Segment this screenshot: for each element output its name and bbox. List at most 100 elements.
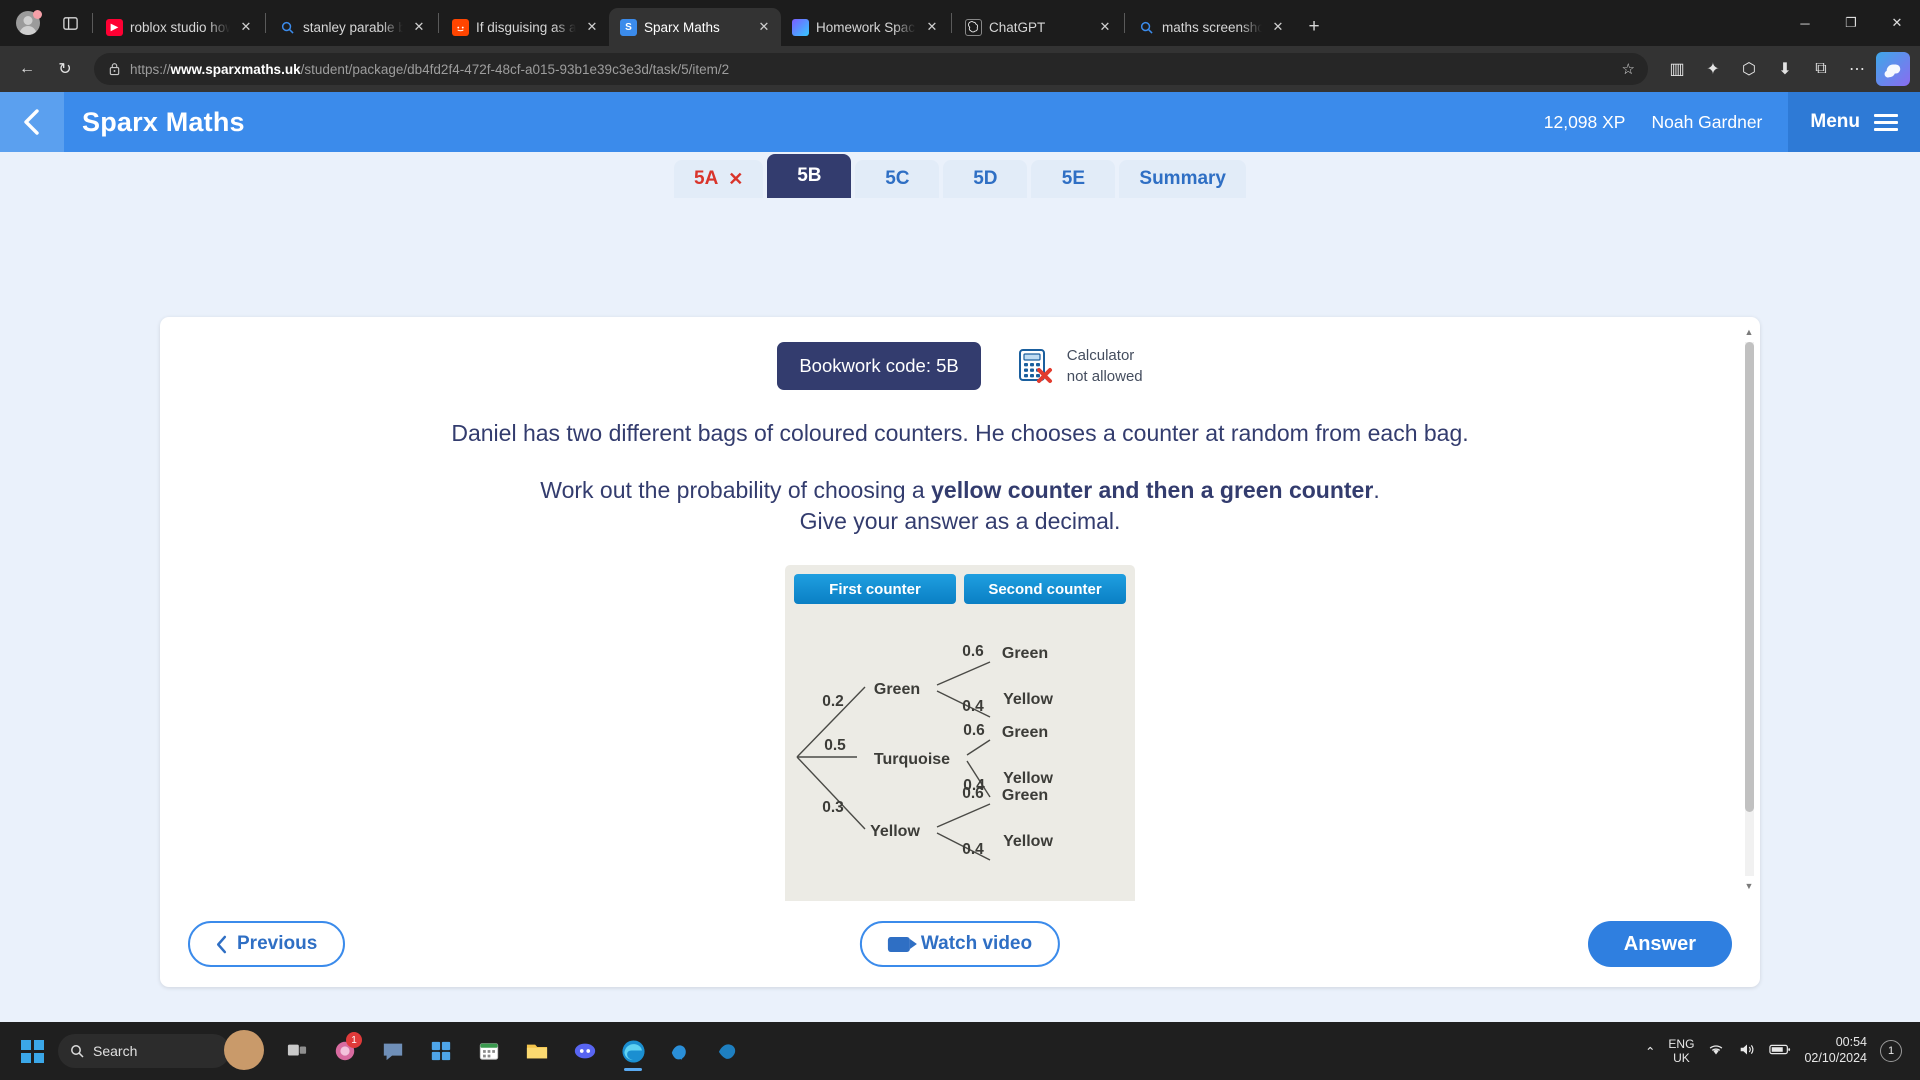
browser-tab-3-active[interactable]: S Sparx Maths ✕: [609, 8, 781, 46]
refresh-button[interactable]: ↻: [48, 52, 82, 86]
tab-5c[interactable]: 5C: [855, 160, 940, 198]
tree-leaf-green-yellow: Yellow: [1003, 691, 1053, 708]
tree-leaf-turq-green: Green: [1002, 724, 1048, 741]
tab-summary[interactable]: Summary: [1119, 160, 1246, 198]
notification-app-icon[interactable]: 1: [324, 1030, 366, 1072]
browser-tab-1[interactable]: stanley parable break ✕: [268, 8, 436, 46]
microsoft-store-icon[interactable]: [420, 1030, 462, 1072]
language-indicator[interactable]: ENG UK: [1668, 1037, 1694, 1066]
tab-divider: [265, 13, 266, 33]
discord-icon[interactable]: [564, 1030, 606, 1072]
task-view-icon[interactable]: [276, 1030, 318, 1072]
previous-label: Previous: [237, 933, 318, 954]
tree-prob-yellow-1: 0.3: [822, 799, 844, 816]
hamburger-icon: [1874, 113, 1898, 131]
answer-button[interactable]: Answer: [1587, 921, 1732, 967]
settings-and-more-icon[interactable]: ⋯: [1840, 52, 1874, 86]
tab-5a-cross-icon: ✕: [728, 168, 744, 189]
browser-tab-0[interactable]: ▶ roblox studio how to ✕: [95, 8, 263, 46]
file-explorer-icon[interactable]: [516, 1030, 558, 1072]
tab-close-icon[interactable]: ✕: [410, 18, 428, 36]
windows-logo-icon: [20, 1039, 44, 1063]
steam-alt-icon[interactable]: [708, 1030, 750, 1072]
profile-avatar[interactable]: [6, 0, 50, 46]
toolbar-right-actions: ▥ ✦ ⬡ ⬇ ⧉ ⋯: [1660, 52, 1910, 86]
tab-5d[interactable]: 5D: [943, 160, 1028, 198]
steam-icon[interactable]: [660, 1030, 702, 1072]
question-line-1: Daniel has two different bags of coloure…: [451, 420, 1469, 446]
new-tab-button[interactable]: +: [1295, 8, 1333, 46]
edge-icon[interactable]: [612, 1030, 654, 1072]
watch-video-button[interactable]: Watch video: [859, 921, 1061, 967]
minimize-button[interactable]: ─: [1782, 0, 1828, 46]
tree-svg: 0.2 0.5 0.3 Green Turquoise Yellow 0.6 0…: [796, 643, 1053, 861]
question-card: ▲ ▼ Bookwork code: 5B Calculator not all…: [160, 317, 1760, 987]
volume-icon[interactable]: [1738, 1042, 1756, 1060]
browser-tab-4[interactable]: Homework Space - St ✕: [781, 8, 949, 46]
windows-start-button[interactable]: [12, 1031, 52, 1071]
address-bar[interactable]: https://www.sparxmaths.uk/student/packag…: [94, 53, 1648, 85]
back-button[interactable]: ←: [10, 52, 44, 86]
address-bar-url: https://www.sparxmaths.uk/student/packag…: [130, 62, 1608, 77]
tab-title: Sparx Maths: [644, 19, 720, 35]
tab-close-icon[interactable]: ✕: [923, 18, 941, 36]
calendar-icon[interactable]: [468, 1030, 510, 1072]
battery-icon[interactable]: [1769, 1043, 1791, 1059]
tab-5b[interactable]: 5B: [767, 154, 852, 198]
maximize-button[interactable]: ❐: [1828, 0, 1874, 46]
question-line-2-suffix: .: [1373, 477, 1380, 503]
browser-essentials-icon[interactable]: ⬡: [1732, 52, 1766, 86]
browser-tab-2[interactable]: If disguising as a frien ✕: [441, 8, 609, 46]
tab-close-icon[interactable]: ✕: [583, 18, 601, 36]
downloads-icon[interactable]: ⬇: [1768, 52, 1802, 86]
tray-overflow-icon[interactable]: ⌃: [1645, 1044, 1655, 1059]
scroll-down-icon[interactable]: ▼: [1745, 879, 1754, 893]
tab-close-icon[interactable]: ✕: [1096, 18, 1114, 36]
notification-center-icon[interactable]: 1: [1880, 1040, 1902, 1062]
scroll-thumb[interactable]: [1744, 342, 1754, 812]
watch-video-label: Watch video: [920, 933, 1033, 954]
copilot-icon[interactable]: [1876, 52, 1910, 86]
split-screen-icon[interactable]: ▥: [1660, 52, 1694, 86]
tree-prob-green-yellow: 0.4: [962, 698, 984, 715]
taskbar-clock[interactable]: 00:54 02/10/2024: [1804, 1035, 1867, 1066]
chat-icon[interactable]: [372, 1030, 414, 1072]
tab-5e[interactable]: 5E: [1031, 160, 1116, 198]
taskbar-search-box[interactable]: Search: [58, 1030, 264, 1070]
favourite-star-icon[interactable]: ☆: [1617, 60, 1640, 78]
wifi-icon[interactable]: [1707, 1042, 1725, 1060]
tab-close-icon[interactable]: ✕: [1269, 18, 1287, 36]
homework-icon: [792, 18, 809, 36]
menu-button[interactable]: Menu: [1788, 92, 1920, 152]
question-line-2-bold: yellow counter and then a green counter: [931, 477, 1374, 503]
tab-close-icon[interactable]: ✕: [755, 18, 773, 36]
reddit-icon: [452, 18, 469, 36]
extensions-icon[interactable]: ⧉: [1804, 52, 1838, 86]
scroll-up-icon[interactable]: ▲: [1745, 325, 1754, 339]
window-controls: ─ ❐ ✕: [1782, 0, 1920, 46]
collections-icon[interactable]: ✦: [1696, 52, 1730, 86]
tree-prob-green-green: 0.6: [962, 643, 984, 660]
browser-tab-6[interactable]: maths screenshot sol ✕: [1127, 8, 1295, 46]
scroll-track[interactable]: [1744, 342, 1754, 876]
tab-close-icon[interactable]: ✕: [237, 18, 255, 36]
tab-search-icon[interactable]: [50, 0, 90, 46]
window-close-button[interactable]: ✕: [1874, 0, 1920, 46]
browser-tab-5[interactable]: ChatGPT ✕: [954, 8, 1122, 46]
tree-leaf-yellow-green: Green: [1002, 787, 1048, 804]
tree-prob-yellow-green: 0.6: [962, 785, 984, 802]
tab-divider: [1124, 13, 1125, 33]
header-right: 12,098 XP Noah Gardner Menu: [1544, 92, 1920, 152]
chatgpt-icon: [965, 18, 982, 36]
tab-5a[interactable]: 5A ✕: [674, 160, 764, 198]
card-scrollbar[interactable]: ▲ ▼: [1742, 325, 1756, 893]
tab-5b-label: 5B: [797, 165, 822, 186]
probability-tree-wrapper: First counter Second counter 0.2 0.5 0.3…: [160, 565, 1760, 901]
calculator-line1: Calculator: [1066, 347, 1135, 364]
previous-button[interactable]: Previous: [188, 921, 346, 967]
sparx-header: Sparx Maths 12,098 XP Noah Gardner Menu: [0, 92, 1920, 152]
avatar[interactable]: [224, 1030, 264, 1070]
browser-tab-strip: ▶ roblox studio how to ✕ stanley parable…: [0, 0, 1920, 46]
chevron-left-icon[interactable]: [0, 92, 64, 152]
youtube-icon: ▶: [106, 18, 123, 36]
